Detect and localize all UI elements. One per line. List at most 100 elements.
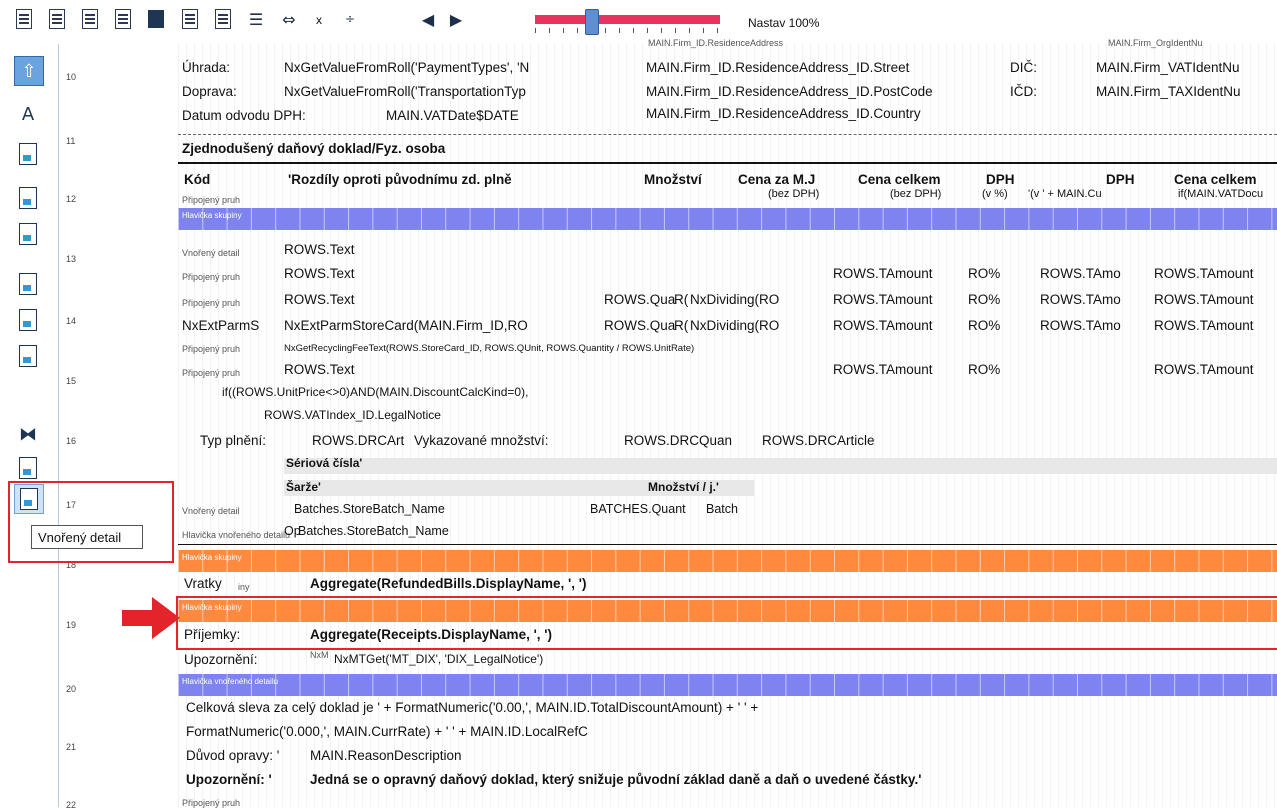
reason-field[interactable]: MAIN.ReasonDescription [310, 748, 462, 763]
nx-ext-parms-field[interactable]: NxExtParmS [182, 318, 259, 333]
nx-dividing-field[interactable]: NxDividing(RO [690, 292, 779, 307]
duvod-label[interactable]: Důvod opravy: ' [186, 748, 279, 763]
col-kod[interactable]: Kód [184, 172, 210, 187]
rows-tamo-field[interactable]: ROWS.TAmo [1040, 266, 1121, 281]
grid-icon[interactable] [14, 454, 42, 482]
batch-name-field[interactable]: Batches.StoreBatch_Name [294, 502, 445, 516]
vat-legal-field[interactable]: ROWS.VATIndex_ID.LegalNotice [264, 408, 441, 422]
print-icon[interactable] [80, 8, 100, 30]
batch-name-field[interactable]: Batches.StoreBatch_Name [298, 524, 449, 538]
zoom-slider-thumb[interactable] [585, 9, 599, 35]
rows-tamount-field[interactable]: ROWS.TAmount [1154, 266, 1254, 281]
sys-icon[interactable] [14, 270, 42, 298]
ro-pct-field[interactable]: RO% [968, 292, 1000, 307]
dic-label[interactable]: DIČ: [1010, 60, 1037, 75]
col-mnozstvi[interactable]: Množství [644, 172, 702, 187]
uhrada-field[interactable]: NxGetValueFromRoll('PaymentTypes', 'N [284, 60, 529, 75]
bookmark-icon[interactable] [146, 8, 166, 30]
batches-quant-field[interactable]: BATCHES.Quant [590, 502, 686, 516]
import-icon[interactable] [47, 8, 67, 30]
tax-ident-field[interactable]: MAIN.Firm_TAXIdentNu [1096, 84, 1241, 99]
report-a-icon[interactable] [14, 184, 42, 212]
section-title[interactable]: Zjednodušený daňový doklad/Fyz. osoba [182, 141, 445, 156]
cut-field[interactable]: MAIN.Firm_ID.ResidenceAddress [648, 38, 783, 48]
drc-quan-field[interactable]: ROWS.DRCQuan [624, 433, 732, 448]
rows-qua-field[interactable]: ROWS.Qua [604, 292, 675, 307]
col-cena-mj[interactable]: Cena za M.J [738, 172, 815, 187]
zoom-slider-track[interactable] [535, 15, 720, 24]
field-icon[interactable] [14, 342, 42, 370]
rows-text-field[interactable]: ROWS.Text [284, 292, 355, 307]
rows-text-field[interactable]: ROWS.Text [284, 242, 355, 257]
rows-tamount-field[interactable]: ROWS.TAmount [833, 362, 933, 377]
typ-plneni-label[interactable]: Typ plnění: [200, 433, 266, 448]
opravny-field[interactable]: Jedná se o opravný daňový doklad, který … [310, 772, 921, 787]
col-dph[interactable]: DPH [986, 172, 1015, 187]
rows-tamount-field[interactable]: ROWS.TAmount [1154, 318, 1254, 333]
sarze-label[interactable]: Šarže' [286, 480, 321, 494]
arrow-up-icon[interactable]: ⇧ [14, 56, 44, 86]
doprava-label[interactable]: Doprava: [182, 84, 237, 99]
print-preview-icon[interactable] [14, 8, 34, 30]
ro-pct-field[interactable]: RO% [968, 362, 1000, 377]
text-a-icon[interactable]: A [14, 100, 42, 128]
align-icon[interactable]: ☰ [246, 8, 266, 30]
copy-icon[interactable] [213, 8, 233, 30]
if-unitprice-field[interactable]: if((ROWS.UnitPrice<>0)AND(MAIN.DiscountC… [222, 385, 528, 399]
rows-text-field[interactable]: ROWS.Text [284, 362, 355, 377]
icd-label[interactable]: IČD: [1010, 84, 1037, 99]
vykaz-label[interactable]: Vykazované množství: [414, 433, 549, 448]
recycling-field[interactable]: NxGetRecyclingFeeText(ROWS.StoreCard_ID,… [284, 343, 694, 354]
drc-art-field[interactable]: ROWS.DRCArt [312, 433, 404, 448]
nested-header-band-blue[interactable]: Hlavička vnořeného detailu [178, 674, 1277, 696]
ro-pct-field[interactable]: RO% [968, 266, 1000, 281]
ro-pct-field[interactable]: RO% [968, 318, 1000, 333]
vat-date-field[interactable]: MAIN.VATDate$DATE [386, 108, 519, 123]
rows-qua-field[interactable]: ROWS.Qua [604, 318, 675, 333]
export-icon[interactable] [113, 8, 133, 30]
mnozstvi-j-label[interactable]: Množství / j.' [648, 480, 719, 494]
group-header-band-blue[interactable]: Hlavička skupiny [178, 208, 1277, 230]
formula-emc-icon[interactable] [14, 140, 42, 168]
doprava-field[interactable]: NxGetValueFromRoll('TransportationTyp [284, 84, 526, 99]
seriova-label[interactable]: Sériová čísla' [286, 456, 362, 470]
formula-icon[interactable]: ÷ [340, 8, 360, 30]
group-header-band-orange[interactable]: Hlavička skupiny [178, 550, 1277, 572]
celkova-sleva-field[interactable]: Celková sleva za celý doklad je ' + Form… [186, 700, 758, 715]
rows-tamount-field[interactable]: ROWS.TAmount [833, 292, 933, 307]
arrows-icon[interactable] [14, 306, 42, 334]
batch-short-field[interactable]: Batch [706, 502, 738, 516]
vratky-label[interactable]: Vratky [184, 576, 222, 591]
country-field[interactable]: MAIN.Firm_ID.ResidenceAddress_ID.Country [646, 106, 921, 121]
col-dph2[interactable]: DPH [1106, 172, 1135, 187]
upozorneni2-label[interactable]: Upozornění: ' [186, 772, 272, 787]
move-icon[interactable]: ⇔ [279, 8, 299, 30]
postcode-field[interactable]: MAIN.Firm_ID.ResidenceAddress_ID.PostCod… [646, 84, 933, 99]
rows-text-field[interactable]: ROWS.Text [284, 266, 355, 281]
next-icon[interactable]: ▶ [446, 8, 466, 30]
nx-dividing-field[interactable]: NxDividing(RO [690, 318, 779, 333]
r-field[interactable]: R( [674, 318, 688, 333]
format-rate-field[interactable]: FormatNumeric('0.000,', MAIN.CurrRate) +… [186, 724, 588, 739]
report-b-icon[interactable] [14, 220, 42, 248]
col-rozdily[interactable]: 'Rozdíly oproti původnímu zd. plně [288, 172, 512, 187]
datum-label[interactable]: Datum odvodu DPH: [182, 108, 306, 123]
col-cena-celkem2[interactable]: Cena celkem [1174, 172, 1257, 187]
link-icon[interactable]: ⧓ [14, 420, 42, 448]
rows-tamo-field[interactable]: ROWS.TAmo [1040, 318, 1121, 333]
street-field[interactable]: MAIN.Firm_ID.ResidenceAddress_ID.Street [646, 60, 909, 75]
rows-tamount-field[interactable]: ROWS.TAmount [833, 266, 933, 281]
serial-band[interactable] [284, 458, 1277, 474]
upozorneni-label[interactable]: Upozornění: [184, 652, 258, 667]
rows-tamount-field[interactable]: ROWS.TAmount [833, 318, 933, 333]
chart-icon[interactable] [180, 8, 200, 30]
prev-icon[interactable]: ◀ [418, 8, 438, 30]
nx-ext-store-field[interactable]: NxExtParmStoreCard(MAIN.Firm_ID,RO [284, 318, 528, 333]
mt-get-field[interactable]: NxMTGet('MT_DIX', 'DIX_LegalNotice') [334, 652, 543, 666]
cut-field[interactable]: MAIN.Firm_OrgIdentNu [1108, 38, 1203, 48]
report-canvas[interactable]: MAIN.Firm_ID.ResidenceAddress MAIN.Firm_… [178, 38, 1277, 808]
refunded-field[interactable]: Aggregate(RefundedBills.DisplayName, ', … [310, 576, 586, 591]
drc-article-field[interactable]: ROWS.DRCArticle [762, 433, 875, 448]
rows-tamo-field[interactable]: ROWS.TAmo [1040, 292, 1121, 307]
col-cena-celkem[interactable]: Cena celkem [858, 172, 941, 187]
